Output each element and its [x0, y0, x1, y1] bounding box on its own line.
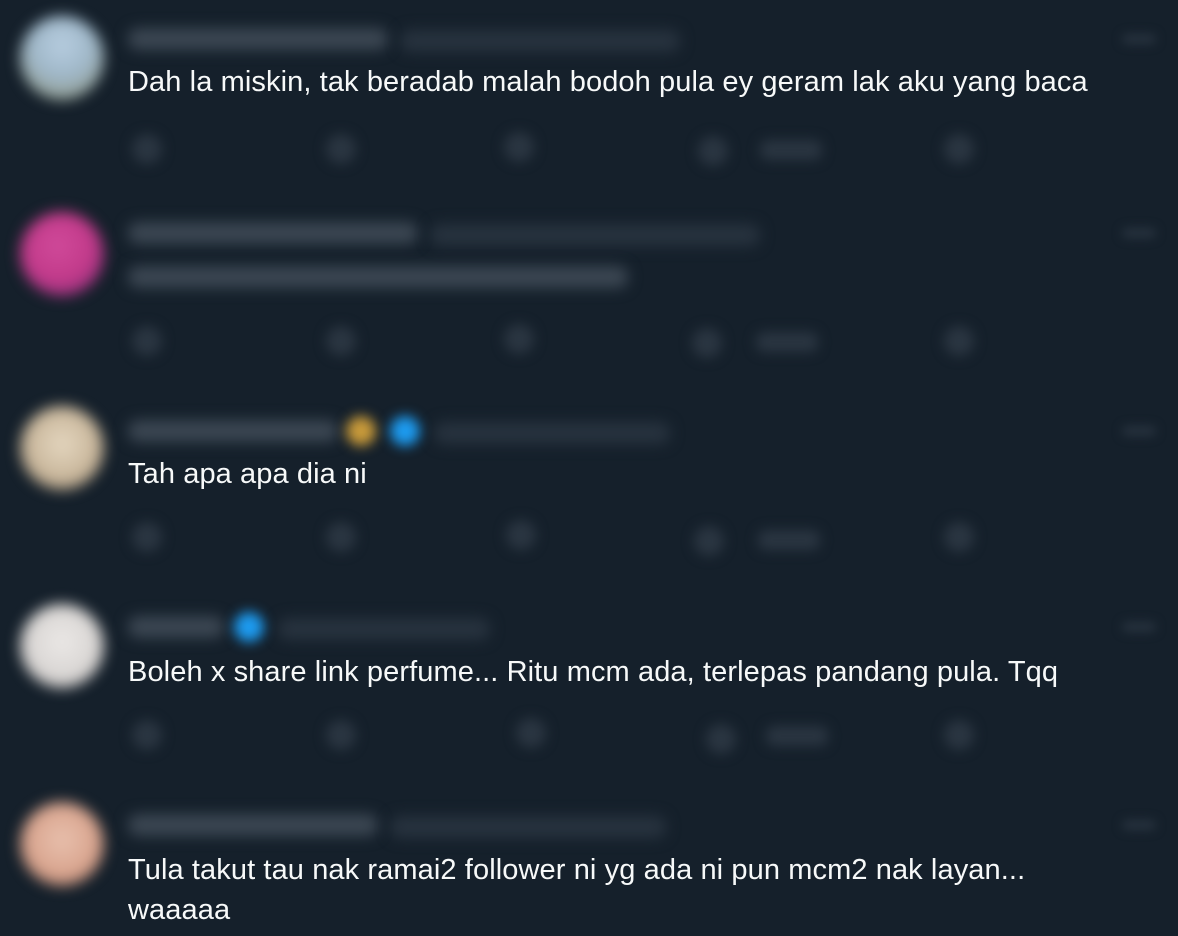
like-icon[interactable] [516, 718, 546, 748]
reply-feed: Dah la miskin, tak beradab malah bodoh p… [0, 0, 1178, 936]
more-icon[interactable] [1122, 820, 1156, 830]
more-icon[interactable] [1122, 426, 1156, 436]
retweet-icon[interactable] [326, 522, 356, 552]
views-icon[interactable] [694, 526, 724, 556]
views-count-blurred [756, 332, 818, 352]
retweet-icon[interactable] [326, 134, 356, 164]
share-icon[interactable] [944, 134, 974, 164]
handle-timestamp-blurred [278, 618, 490, 640]
reply-item[interactable]: Dah la miskin, tak beradab malah bodoh p… [0, 0, 1178, 196]
reply-item[interactable]: Tah apa apa dia ni [0, 392, 1178, 588]
views-icon[interactable] [706, 724, 736, 754]
avatar[interactable] [20, 16, 104, 100]
reply-icon[interactable] [132, 326, 162, 356]
like-icon[interactable] [506, 520, 536, 550]
avatar[interactable] [20, 802, 104, 886]
reply-text: Tula takut tau nak ramai2 follower ni yg… [128, 854, 1026, 926]
more-icon[interactable] [1122, 228, 1156, 238]
views-count-blurred [758, 530, 820, 550]
reply-text: Dah la miskin, tak beradab malah bodoh p… [128, 66, 1088, 98]
reply-item[interactable]: Tula takut tau nak ramai2 follower ni yg… [0, 784, 1178, 936]
share-icon[interactable] [944, 720, 974, 750]
share-icon[interactable] [944, 522, 974, 552]
author-name-blurred[interactable] [128, 420, 338, 442]
reply-item[interactable] [0, 196, 1178, 392]
reply-icon[interactable] [132, 522, 162, 552]
affiliate-badge-icon [346, 416, 376, 446]
handle-timestamp-blurred [400, 30, 680, 52]
verified-icon [234, 612, 264, 642]
retweet-icon[interactable] [326, 326, 356, 356]
views-icon[interactable] [692, 328, 722, 358]
reply-text-blurred [128, 266, 628, 288]
reply-icon[interactable] [132, 134, 162, 164]
avatar[interactable] [20, 212, 104, 296]
author-name-blurred[interactable] [128, 222, 418, 244]
views-count-blurred [760, 140, 822, 160]
retweet-icon[interactable] [326, 720, 356, 750]
handle-timestamp-blurred [390, 816, 666, 838]
views-count-blurred [766, 726, 828, 746]
reply-text: Tah apa apa dia ni [128, 458, 367, 490]
handle-timestamp-blurred [434, 422, 670, 444]
like-icon[interactable] [504, 324, 534, 354]
avatar[interactable] [20, 406, 104, 490]
handle-timestamp-blurred [430, 224, 760, 246]
reply-item[interactable]: Boleh x share link perfume... Ritu mcm a… [0, 588, 1178, 784]
author-name-blurred[interactable] [128, 814, 378, 836]
like-icon[interactable] [504, 132, 534, 162]
author-name-blurred[interactable] [128, 28, 388, 50]
share-icon[interactable] [944, 326, 974, 356]
verified-icon [390, 416, 420, 446]
more-icon[interactable] [1122, 34, 1156, 44]
reply-text: Boleh x share link perfume... Ritu mcm a… [128, 656, 1059, 688]
more-icon[interactable] [1122, 622, 1156, 632]
author-name-blurred[interactable] [128, 616, 224, 638]
reply-icon[interactable] [132, 720, 162, 750]
views-icon[interactable] [698, 136, 728, 166]
avatar[interactable] [20, 604, 104, 688]
